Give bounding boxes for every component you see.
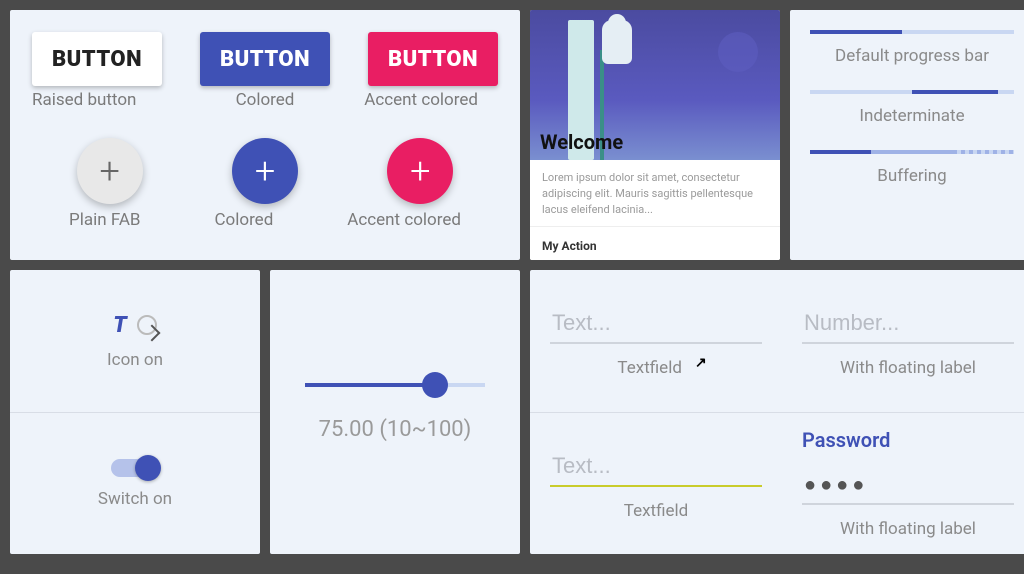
switch-toggle[interactable]: [111, 459, 159, 477]
raised-button-captions: Raised button Colored Accent colored: [32, 90, 498, 110]
slider-thumb[interactable]: [422, 372, 448, 398]
pointer-icon[interactable]: [137, 315, 157, 335]
number-input[interactable]: [802, 304, 1014, 344]
caption-accent: Accent colored: [344, 90, 498, 110]
slider-panel: 75.00 (10~100): [270, 270, 520, 554]
floating-label: Password: [802, 428, 890, 452]
textfield-caption: Textfield: [624, 501, 689, 521]
caption-fab-plain: Plain FAB: [69, 210, 141, 230]
slider[interactable]: [305, 383, 485, 387]
progress-bar-indeterminate: [810, 90, 1014, 94]
text-input-active[interactable]: [550, 447, 762, 487]
progress-bar-default: [810, 30, 1014, 34]
fab-colored[interactable]: +: [232, 138, 298, 204]
caption-fab-colored: Colored: [214, 210, 273, 230]
buttons-panel: BUTTON BUTTON BUTTON Raised button Color…: [10, 10, 520, 260]
slider-value-label: 75.00 (10~100): [319, 417, 472, 442]
progress-fill-buffer: [871, 150, 953, 154]
fab-plain[interactable]: +: [77, 138, 143, 204]
switch-section: Switch on: [10, 412, 260, 554]
textfield-2: With floating label: [782, 270, 1024, 412]
textfield-caption: With floating label: [840, 358, 976, 378]
progress-fill: [810, 30, 902, 34]
astronaut-head-icon: [608, 14, 626, 32]
progress-label-buffering: Buffering: [810, 166, 1014, 186]
textfield-4: Password ●●●● With floating label: [782, 413, 1024, 554]
card-action-button[interactable]: My Action: [530, 227, 780, 260]
moon-icon: [718, 32, 758, 72]
raised-button-row: BUTTON BUTTON BUTTON: [32, 32, 498, 86]
textfield-3: Textfield: [530, 413, 782, 554]
raised-button-colored[interactable]: BUTTON: [200, 32, 330, 86]
progress-panel: Default progress bar Indeterminate Buffe…: [790, 10, 1024, 260]
card-panel: Welcome Lorem ipsum dolor sit amet, cons…: [530, 10, 780, 260]
progress-indeterminate: Indeterminate: [810, 90, 1014, 126]
icon-toggle-section: T Icon on: [10, 270, 260, 412]
toggle-panel: T Icon on Switch on: [10, 270, 260, 554]
caption-fab-accent: Accent colored: [347, 210, 461, 230]
progress-label-indeterminate: Indeterminate: [810, 106, 1014, 126]
progress-default: Default progress bar: [810, 30, 1014, 66]
textfields-panel: Textfield With floating label Textfield …: [530, 270, 1024, 554]
raised-button-accent[interactable]: BUTTON: [368, 32, 498, 86]
progress-label-default: Default progress bar: [810, 46, 1014, 66]
textfield-caption: Textfield: [617, 358, 694, 378]
textfield-caption: With floating label: [840, 519, 976, 539]
progress-fill: [912, 90, 998, 94]
progress-buffering: Buffering: [810, 150, 1014, 186]
caption-raised: Raised button: [32, 90, 186, 110]
fab-accent[interactable]: +: [387, 138, 453, 204]
progress-fill-primary: [810, 150, 871, 154]
switch-knob: [135, 455, 161, 481]
icon-toggle-caption: Icon on: [107, 350, 163, 370]
caption-colored: Colored: [188, 90, 342, 110]
fab-row: + + +: [32, 138, 498, 204]
card-title: Welcome: [540, 130, 623, 154]
switch-caption: Switch on: [98, 489, 172, 509]
card-image: Welcome: [530, 10, 780, 160]
raised-button-default[interactable]: BUTTON: [32, 32, 162, 86]
text-input[interactable]: [550, 304, 762, 344]
card-body-text: Lorem ipsum dolor sit amet, consectetur …: [530, 160, 780, 227]
fab-captions: Plain FAB Colored Accent colored: [32, 210, 498, 230]
progress-dots: [953, 150, 1014, 154]
progress-bar-buffering: [810, 150, 1014, 154]
textfield-1: Textfield: [530, 270, 782, 412]
slider-track-fill: [305, 383, 435, 387]
format-icon[interactable]: T: [113, 313, 126, 338]
password-input[interactable]: ●●●●: [802, 466, 1014, 505]
